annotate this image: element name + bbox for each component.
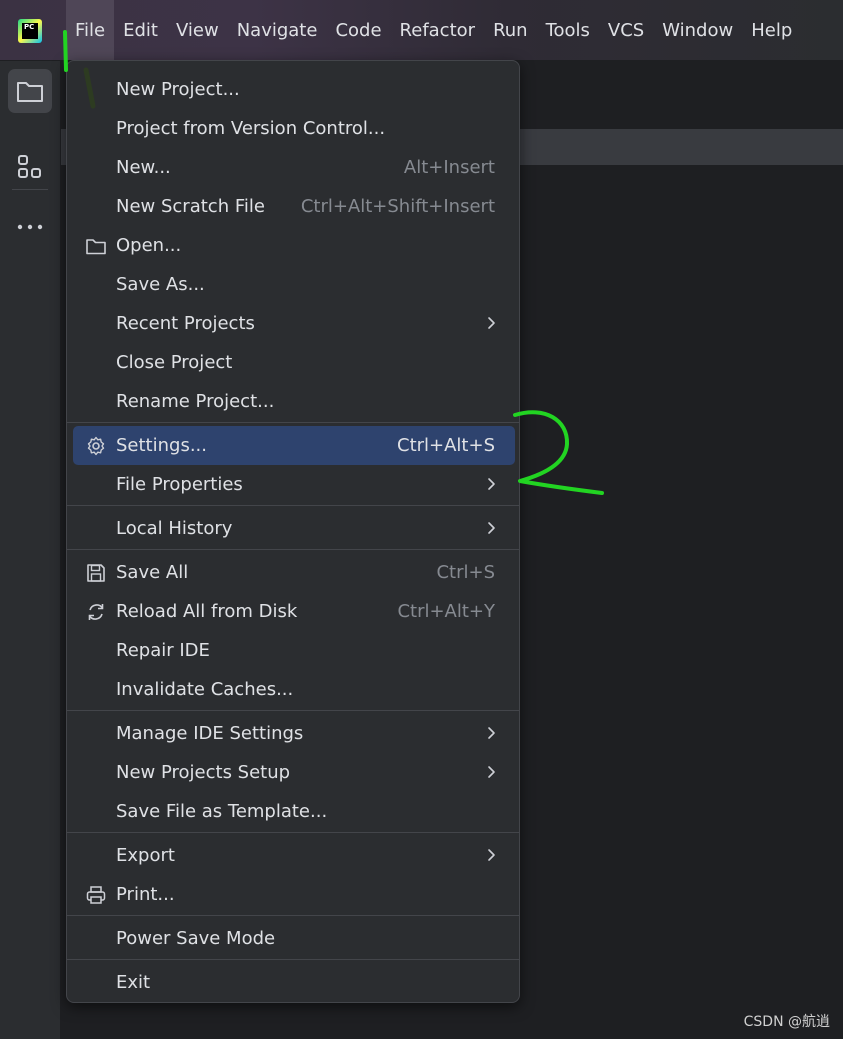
- menu-separator: [67, 915, 519, 916]
- menu-item-save-as[interactable]: Save As...: [73, 265, 515, 304]
- chevron-right-icon: [488, 317, 495, 329]
- menu-navigate[interactable]: Navigate: [228, 0, 327, 60]
- structure-icon: [18, 155, 41, 178]
- menu-item-label: Rename Project...: [116, 391, 275, 412]
- project-tool-button[interactable]: [8, 69, 52, 113]
- menu-item-save-file-as-template[interactable]: Save File as Template...: [73, 792, 515, 831]
- menu-refactor[interactable]: Refactor: [391, 0, 485, 60]
- menu-item-reload-all-from-disk[interactable]: Reload All from Disk Ctrl+Alt+Y: [73, 592, 515, 631]
- menu-item-print[interactable]: Print...: [73, 875, 515, 914]
- menu-file[interactable]: File: [66, 0, 115, 60]
- menu-item-label: File Properties: [116, 474, 243, 495]
- menu-item-label: Print...: [116, 884, 175, 905]
- menu-separator: [67, 505, 519, 506]
- menu-code[interactable]: Code: [326, 0, 390, 60]
- main-menu-bar: File Edit View Navigate Code Refactor Run Tools…: [66, 0, 801, 60]
- menu-item-label: Save File as Template...: [116, 801, 328, 822]
- menu-item-new-scratch-file[interactable]: New Scratch File Ctrl+Alt+Shift+Insert: [73, 187, 515, 226]
- chevron-right-icon: [488, 478, 495, 490]
- menu-view[interactable]: View: [167, 0, 228, 60]
- menu-item-new-project[interactable]: New Project...: [73, 70, 515, 109]
- menu-separator: [67, 959, 519, 960]
- tool-window-strip: [0, 61, 61, 1039]
- menu-item-settings[interactable]: Settings... Ctrl+Alt+S: [73, 426, 515, 465]
- menu-item-shortcut: Ctrl+Alt+S: [397, 435, 495, 456]
- reload-icon: [88, 604, 104, 620]
- more-tools-button[interactable]: [8, 205, 52, 249]
- menu-item-export[interactable]: Export: [73, 836, 515, 875]
- logo-text: PC: [22, 23, 38, 39]
- menu-separator: [67, 422, 519, 423]
- menu-help[interactable]: Help: [742, 0, 801, 60]
- menu-item-label: Export: [116, 845, 175, 866]
- folder-icon: [17, 82, 43, 102]
- menu-item-label: Reload All from Disk: [116, 601, 298, 622]
- menu-item-rename-project[interactable]: Rename Project...: [73, 382, 515, 421]
- chevron-right-icon: [488, 522, 495, 534]
- menu-item-label: New Projects Setup: [116, 762, 291, 783]
- menu-item-file-properties[interactable]: File Properties: [73, 465, 515, 504]
- menu-item-label: Project from Version Control...: [116, 118, 386, 139]
- menu-item-label: Save All: [116, 562, 189, 583]
- gear-icon: [87, 436, 105, 456]
- chevron-right-icon: [488, 727, 495, 739]
- menu-item-new[interactable]: New... Alt+Insert: [73, 148, 515, 187]
- menu-tools[interactable]: Tools: [537, 0, 599, 60]
- menu-item-shortcut: Alt+Insert: [403, 157, 495, 178]
- menu-item-exit[interactable]: Exit: [73, 963, 515, 1002]
- menu-item-label: Open...: [116, 235, 182, 256]
- file-menu-dropdown: New Project... Project from Version Contr…: [66, 60, 520, 1003]
- menu-item-recent-projects[interactable]: Recent Projects: [73, 304, 515, 343]
- more-icon: [17, 224, 43, 230]
- menu-item-label: Power Save Mode: [116, 928, 276, 949]
- menu-item-label: Local History: [116, 518, 233, 539]
- menu-item-label: Invalidate Caches...: [116, 679, 294, 700]
- menu-item-new-projects-setup[interactable]: New Projects Setup: [73, 753, 515, 792]
- folder-icon: [86, 239, 106, 255]
- menu-item-label: Manage IDE Settings: [116, 723, 304, 744]
- menu-item-shortcut: Ctrl+Alt+Shift+Insert: [300, 196, 495, 217]
- menu-item-label: Exit: [116, 972, 151, 993]
- menu-edit[interactable]: Edit: [114, 0, 167, 60]
- menu-separator: [67, 549, 519, 550]
- menu-item-label: New Scratch File: [116, 196, 265, 217]
- menu-item-repair-ide[interactable]: Repair IDE: [73, 631, 515, 670]
- menu-item-label: Save As...: [116, 274, 205, 295]
- menu-item-label: New Project...: [116, 79, 240, 100]
- printer-icon: [86, 886, 106, 904]
- menu-separator: [67, 710, 519, 711]
- chevron-right-icon: [488, 849, 495, 861]
- menu-run[interactable]: Run: [484, 0, 537, 60]
- menu-item-shortcut: Ctrl+S: [436, 562, 495, 583]
- menu-item-project-from-version-control[interactable]: Project from Version Control...: [73, 109, 515, 148]
- pycharm-logo-icon[interactable]: PC: [18, 19, 42, 43]
- structure-tool-button[interactable]: [8, 145, 52, 189]
- menu-item-label: Close Project: [116, 352, 233, 373]
- menu-item-local-history[interactable]: Local History: [73, 509, 515, 548]
- menu-window[interactable]: Window: [653, 0, 742, 60]
- menu-item-close-project[interactable]: Close Project: [73, 343, 515, 382]
- watermark: CSDN @航逍: [743, 1014, 830, 1030]
- menu-item-label: Repair IDE: [116, 640, 210, 661]
- menu-item-save-all[interactable]: Save All Ctrl+S: [73, 553, 515, 592]
- menu-separator: [67, 832, 519, 833]
- menu-vcs[interactable]: VCS: [599, 0, 653, 60]
- menu-item-invalidate-caches[interactable]: Invalidate Caches...: [73, 670, 515, 709]
- menu-item-shortcut: Ctrl+Alt+Y: [397, 601, 495, 622]
- menu-item-manage-ide-settings[interactable]: Manage IDE Settings: [73, 714, 515, 753]
- chevron-right-icon: [488, 766, 495, 778]
- strip-divider: [12, 189, 48, 190]
- menu-item-label: Settings...: [116, 435, 207, 456]
- save-icon: [87, 564, 105, 582]
- title-bar: PC File Edit View Navigate Code Refactor Run To…: [0, 0, 843, 61]
- menu-item-label: New...: [116, 157, 171, 178]
- menu-item-power-save-mode[interactable]: Power Save Mode: [73, 919, 515, 958]
- menu-item-label: Recent Projects: [116, 313, 255, 334]
- menu-item-open[interactable]: Open...: [73, 226, 515, 265]
